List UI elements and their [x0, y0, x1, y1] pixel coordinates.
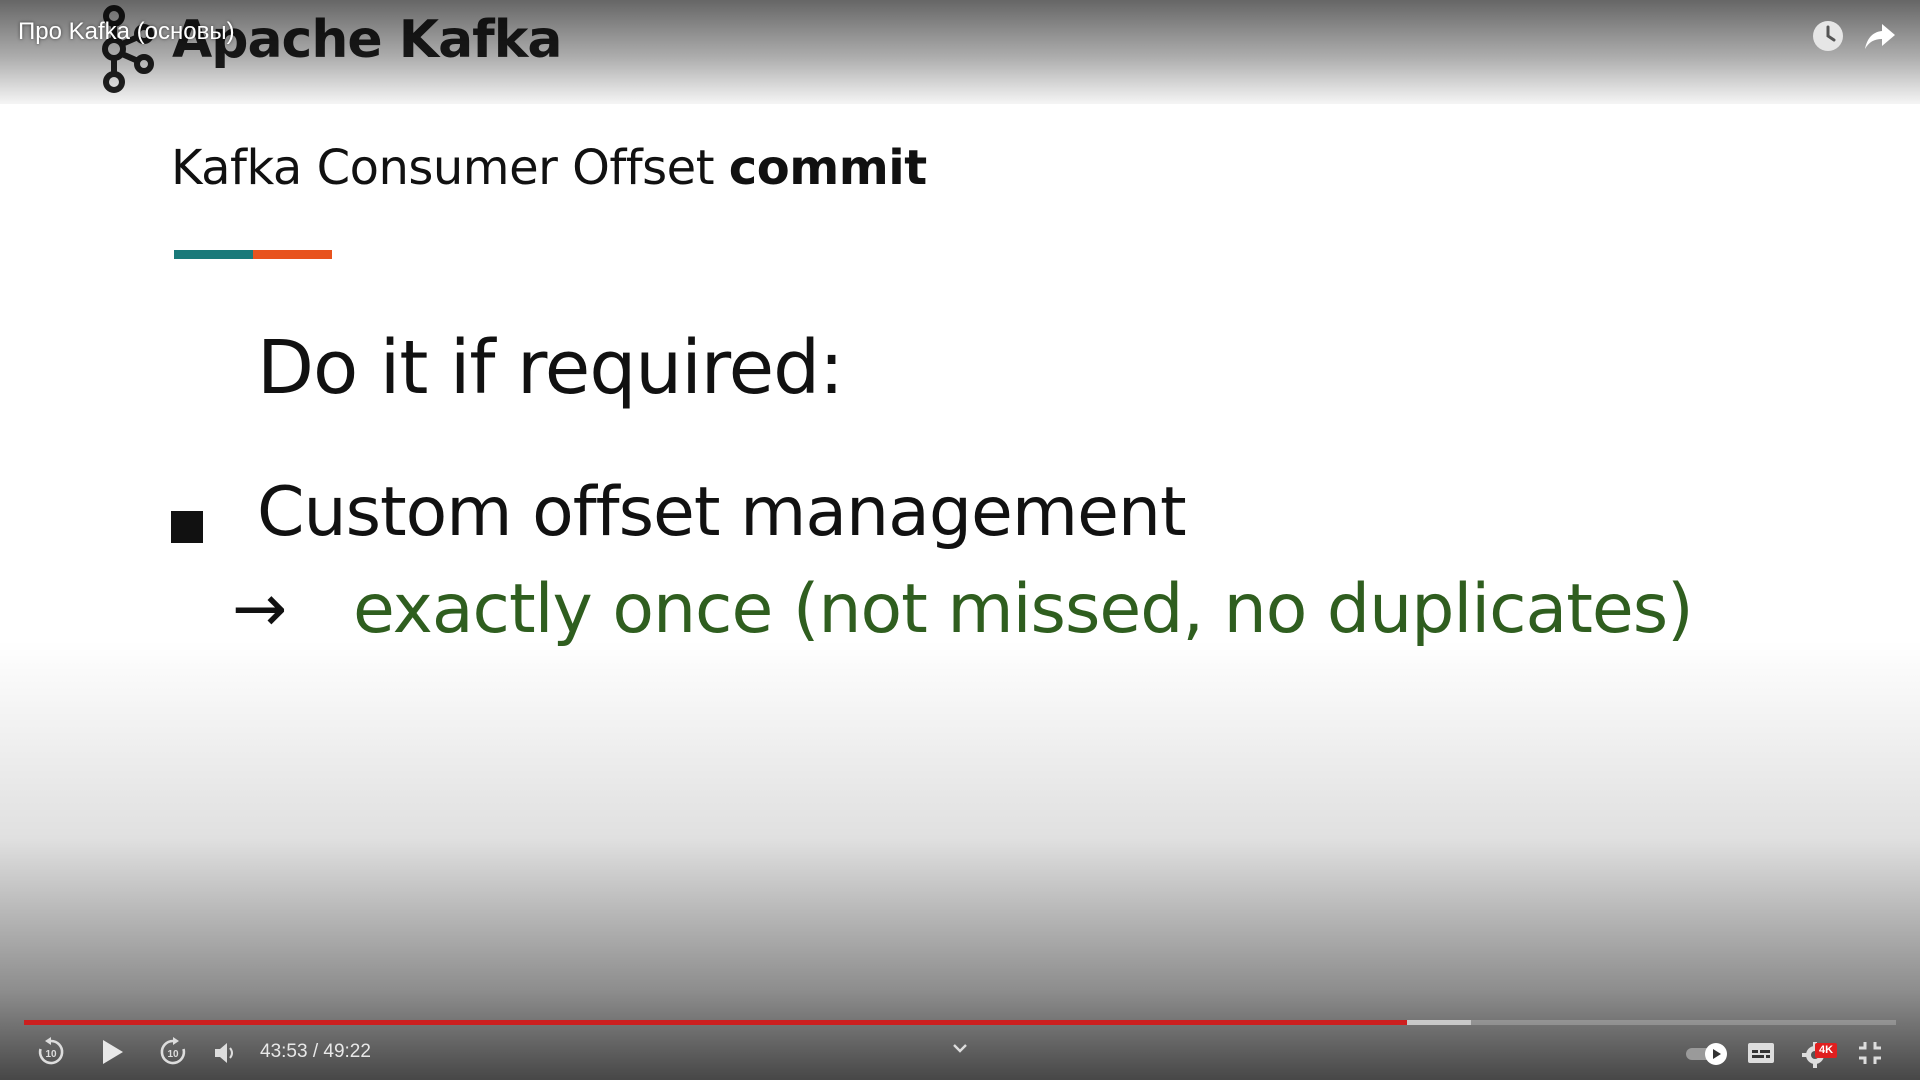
forward-10-icon: 10 — [160, 1037, 186, 1065]
autoplay-toggle[interactable] — [1684, 1041, 1730, 1071]
share-arrow-icon — [1865, 24, 1895, 49]
slide: Apache Kafka Kafka Consumer Offset commi… — [0, 0, 1920, 1080]
rewind-10-icon: 10 — [38, 1037, 64, 1065]
chevron-down-icon — [953, 1044, 967, 1053]
accent-bar-teal — [174, 250, 253, 259]
subtitles-button[interactable] — [1746, 1040, 1776, 1070]
bullet-text: Custom offset management — [257, 473, 1187, 552]
time-display: 43:53 / 49:22 — [260, 1041, 371, 1063]
progress-played — [24, 1020, 1408, 1025]
title-accent-bar — [174, 250, 332, 259]
chevron-down-button[interactable] — [950, 1040, 970, 1059]
svg-text:10: 10 — [45, 1049, 57, 1060]
time-current: 43:53 — [260, 1041, 308, 1062]
accent-bar-orange — [253, 250, 332, 259]
exit-fullscreen-icon — [1859, 1042, 1881, 1064]
slide-title: Kafka Consumer Offset commit — [171, 140, 927, 196]
watch-later-button[interactable] — [1810, 18, 1846, 54]
slide-headline: Do it if required: — [257, 325, 844, 411]
quality-badge: 4K — [1815, 1043, 1838, 1058]
volume-icon — [215, 1043, 233, 1063]
forward-10-button[interactable]: 10 — [158, 1037, 188, 1071]
volume-button[interactable] — [212, 1040, 238, 1070]
autoplay-toggle-icon — [1686, 1043, 1727, 1065]
rewind-10-button[interactable]: 10 — [36, 1037, 66, 1071]
progress-bar[interactable] — [24, 1020, 1896, 1025]
play-icon — [103, 1040, 123, 1064]
share-button[interactable] — [1862, 18, 1898, 54]
slide-title-regular: Kafka Consumer Offset — [171, 140, 729, 196]
exit-fullscreen-button[interactable] — [1856, 1039, 1884, 1071]
bullet-square-icon — [171, 511, 203, 543]
play-button[interactable] — [97, 1037, 127, 1071]
svg-text:10: 10 — [167, 1049, 179, 1060]
clock-icon — [1813, 21, 1843, 51]
time-separator: / — [307, 1041, 324, 1062]
subtitles-icon — [1748, 1043, 1774, 1063]
time-total: 49:22 — [323, 1041, 371, 1062]
arrow-icon: → — [232, 570, 288, 647]
sub-bullet-text: exactly once (not missed, no duplicates) — [353, 570, 1694, 649]
slide-title-bold: commit — [728, 140, 927, 196]
video-title[interactable]: Про Kafka (основы) — [18, 18, 235, 46]
video-player[interactable]: Apache Kafka Kafka Consumer Offset commi… — [0, 0, 1920, 1080]
